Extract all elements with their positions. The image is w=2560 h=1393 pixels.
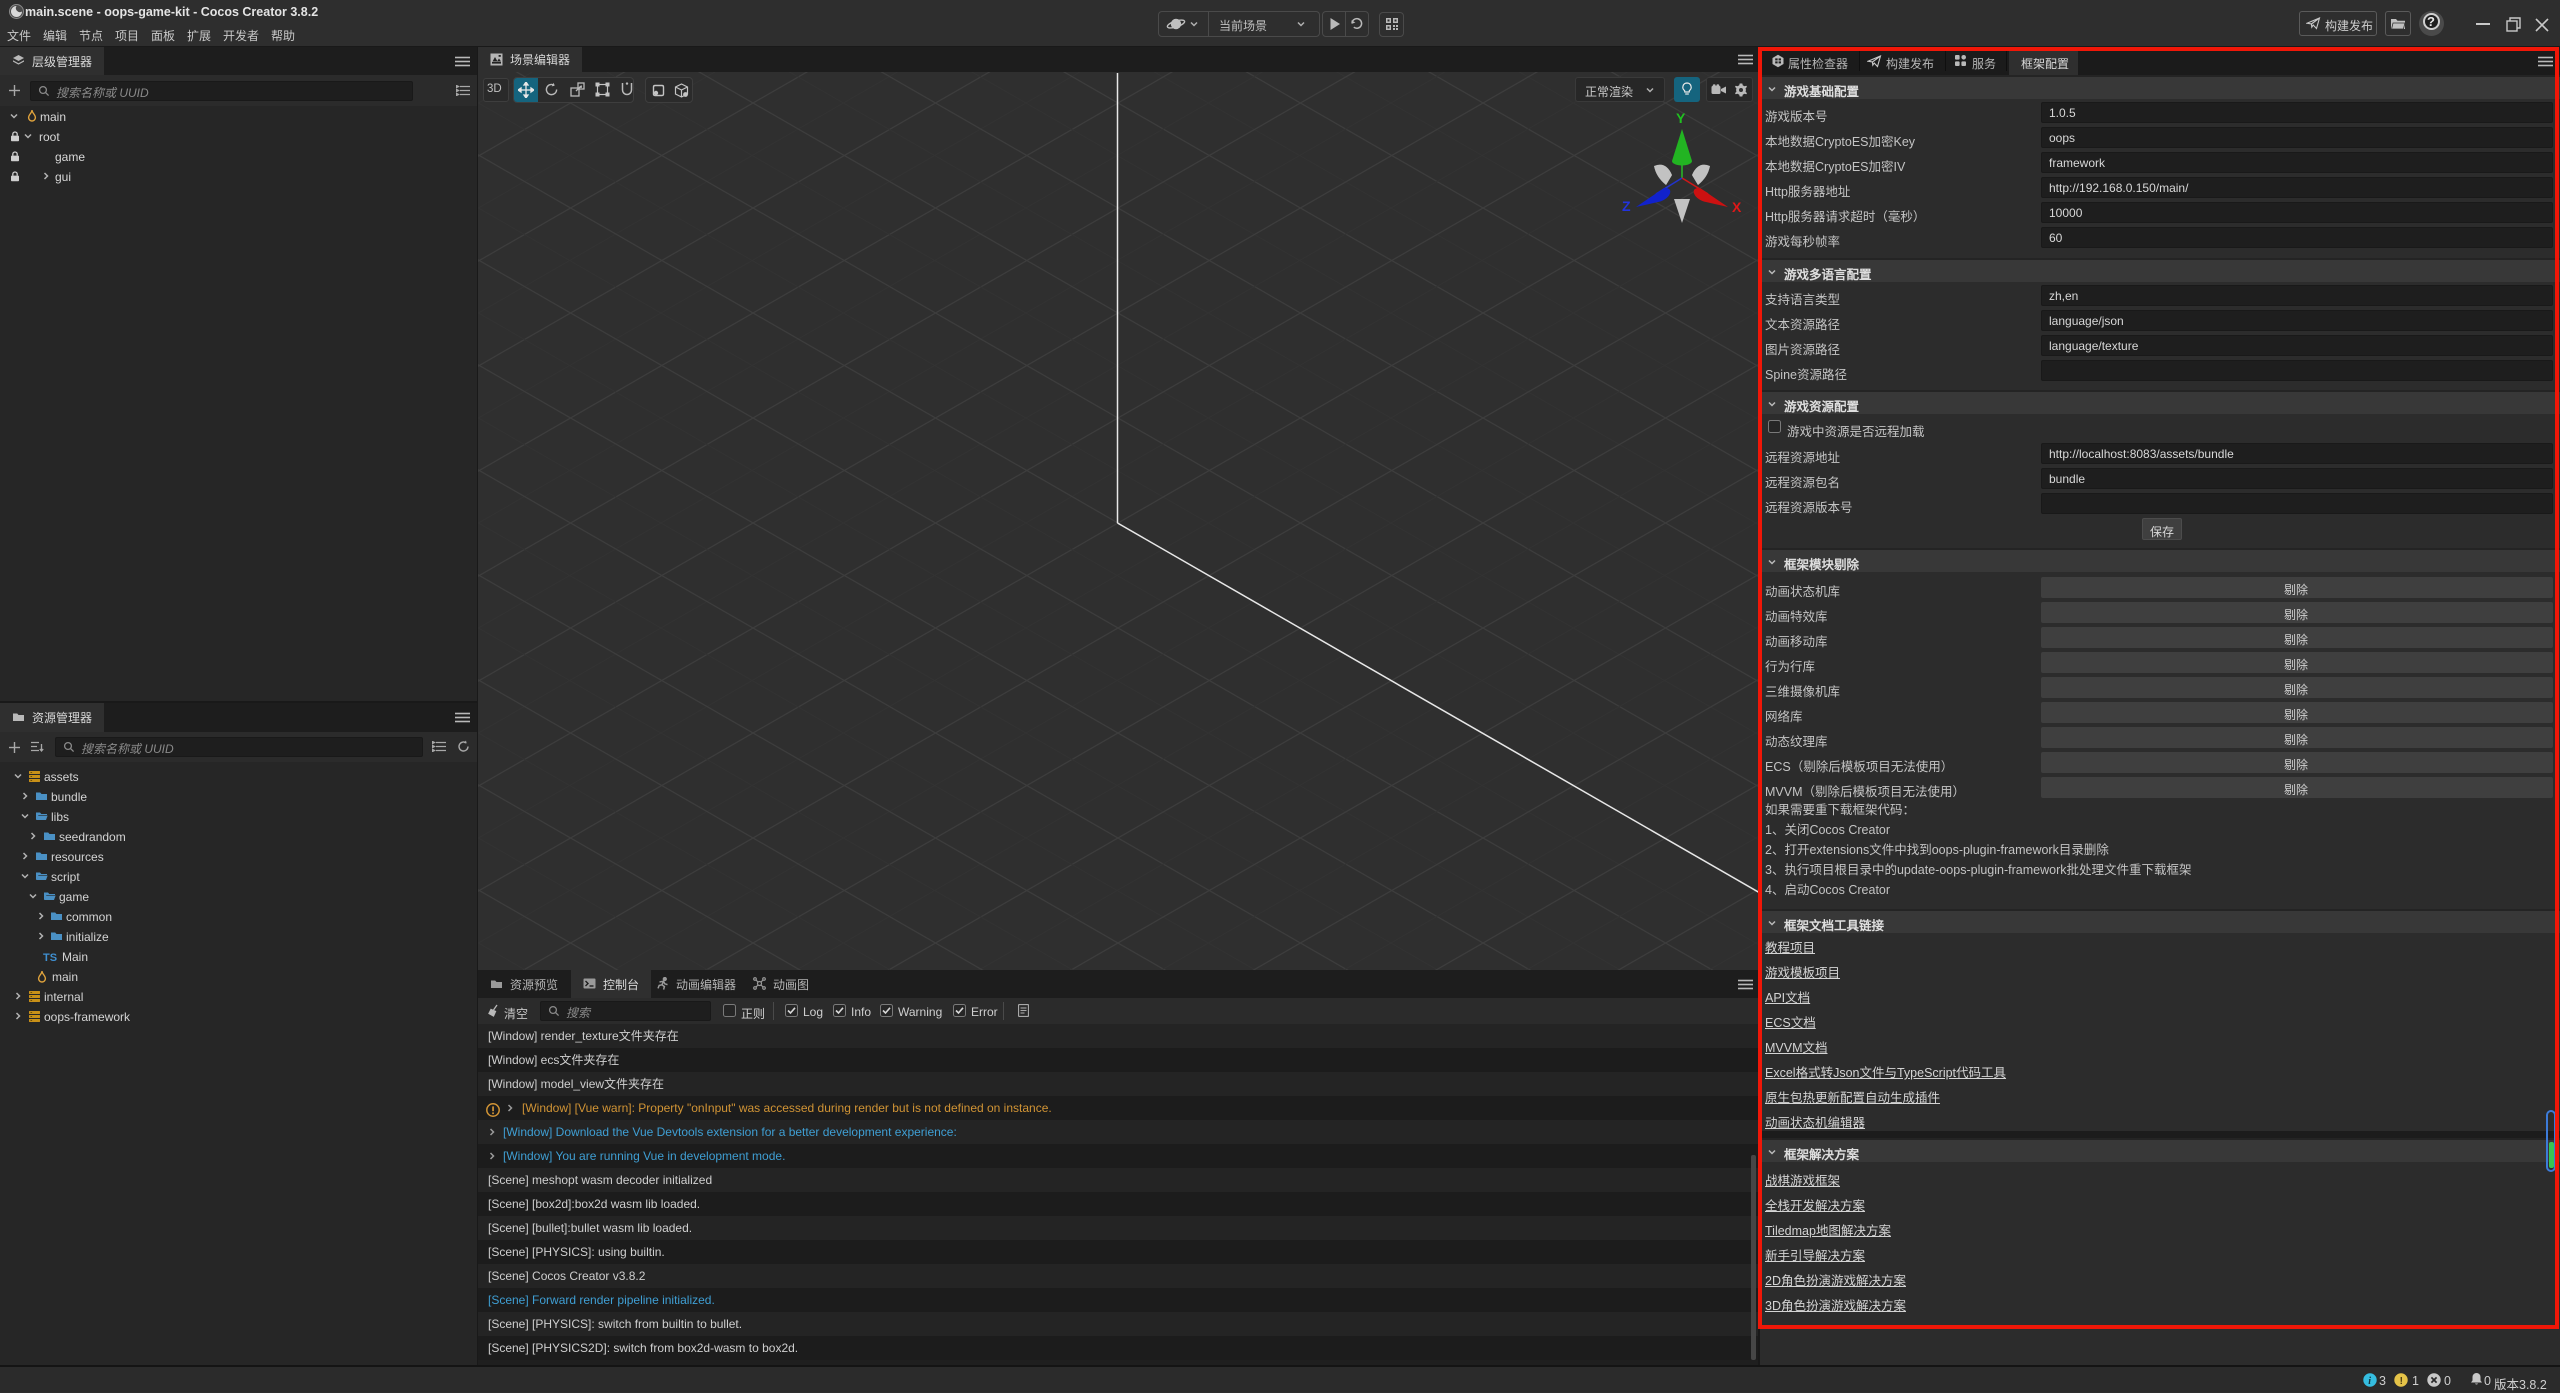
svg-text:X: X bbox=[1732, 199, 1742, 215]
svg-text:Y: Y bbox=[1676, 110, 1686, 126]
svg-text:TS: TS bbox=[43, 952, 57, 963]
svg-text:!: ! bbox=[2400, 1376, 2403, 1387]
svg-text:i: i bbox=[2368, 1376, 2371, 1387]
svg-text:Z: Z bbox=[1622, 198, 1631, 214]
